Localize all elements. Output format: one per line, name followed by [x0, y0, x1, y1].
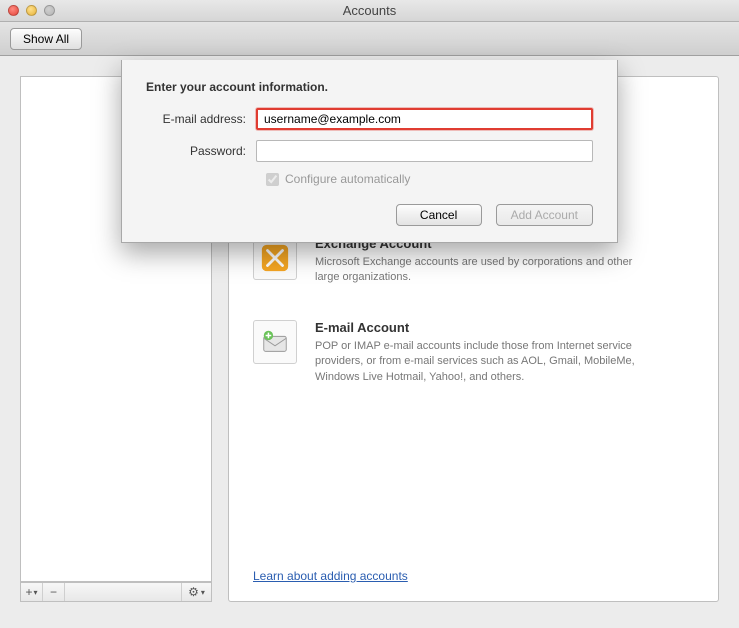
email-account-row[interactable]: E-mail Account POP or IMAP e-mail accoun… — [253, 320, 694, 385]
remove-account-icon[interactable]: − — [43, 583, 65, 601]
email-desc: POP or IMAP e-mail accounts include thos… — [315, 339, 655, 385]
exchange-account-row[interactable]: Exchange Account Microsoft Exchange acco… — [253, 236, 694, 286]
configure-row: Configure automatically — [266, 172, 593, 186]
exchange-text: Exchange Account Microsoft Exchange acco… — [315, 236, 655, 286]
email-icon — [253, 320, 297, 364]
exchange-desc: Microsoft Exchange accounts are used by … — [315, 255, 655, 286]
titlebar: Accounts — [0, 0, 739, 22]
email-label: E-mail address: — [146, 112, 256, 126]
toolbar: Show All — [0, 22, 739, 56]
add-account-button[interactable]: Add Account — [496, 204, 593, 226]
sidebar-toolbar: +▾ − ⚙▾ — [20, 582, 212, 602]
window-controls — [0, 5, 55, 16]
email-title: E-mail Account — [315, 320, 655, 335]
configure-checkbox[interactable] — [266, 173, 279, 186]
learn-link[interactable]: Learn about adding accounts — [253, 569, 408, 583]
accounts-window: Accounts Show All +▾ − ⚙▾ , select an ac… — [0, 0, 739, 628]
sheet-buttons: Cancel Add Account — [146, 204, 593, 226]
email-row: E-mail address: — [146, 108, 593, 130]
minimize-window-button[interactable] — [26, 5, 37, 16]
gear-icon[interactable]: ⚙▾ — [181, 583, 211, 601]
close-window-button[interactable] — [8, 5, 19, 16]
cancel-button[interactable]: Cancel — [396, 204, 482, 226]
show-all-button[interactable]: Show All — [10, 28, 82, 50]
email-text: E-mail Account POP or IMAP e-mail accoun… — [315, 320, 655, 385]
window-title: Accounts — [0, 3, 739, 18]
email-field[interactable] — [256, 108, 593, 130]
password-label: Password: — [146, 144, 256, 158]
sheet-title: Enter your account information. — [146, 80, 593, 94]
account-info-sheet: Enter your account information. E-mail a… — [121, 60, 618, 243]
configure-label: Configure automatically — [285, 172, 410, 186]
password-row: Password: — [146, 140, 593, 162]
password-field[interactable] — [256, 140, 593, 162]
add-account-icon[interactable]: +▾ — [21, 583, 43, 601]
zoom-window-button[interactable] — [44, 5, 55, 16]
